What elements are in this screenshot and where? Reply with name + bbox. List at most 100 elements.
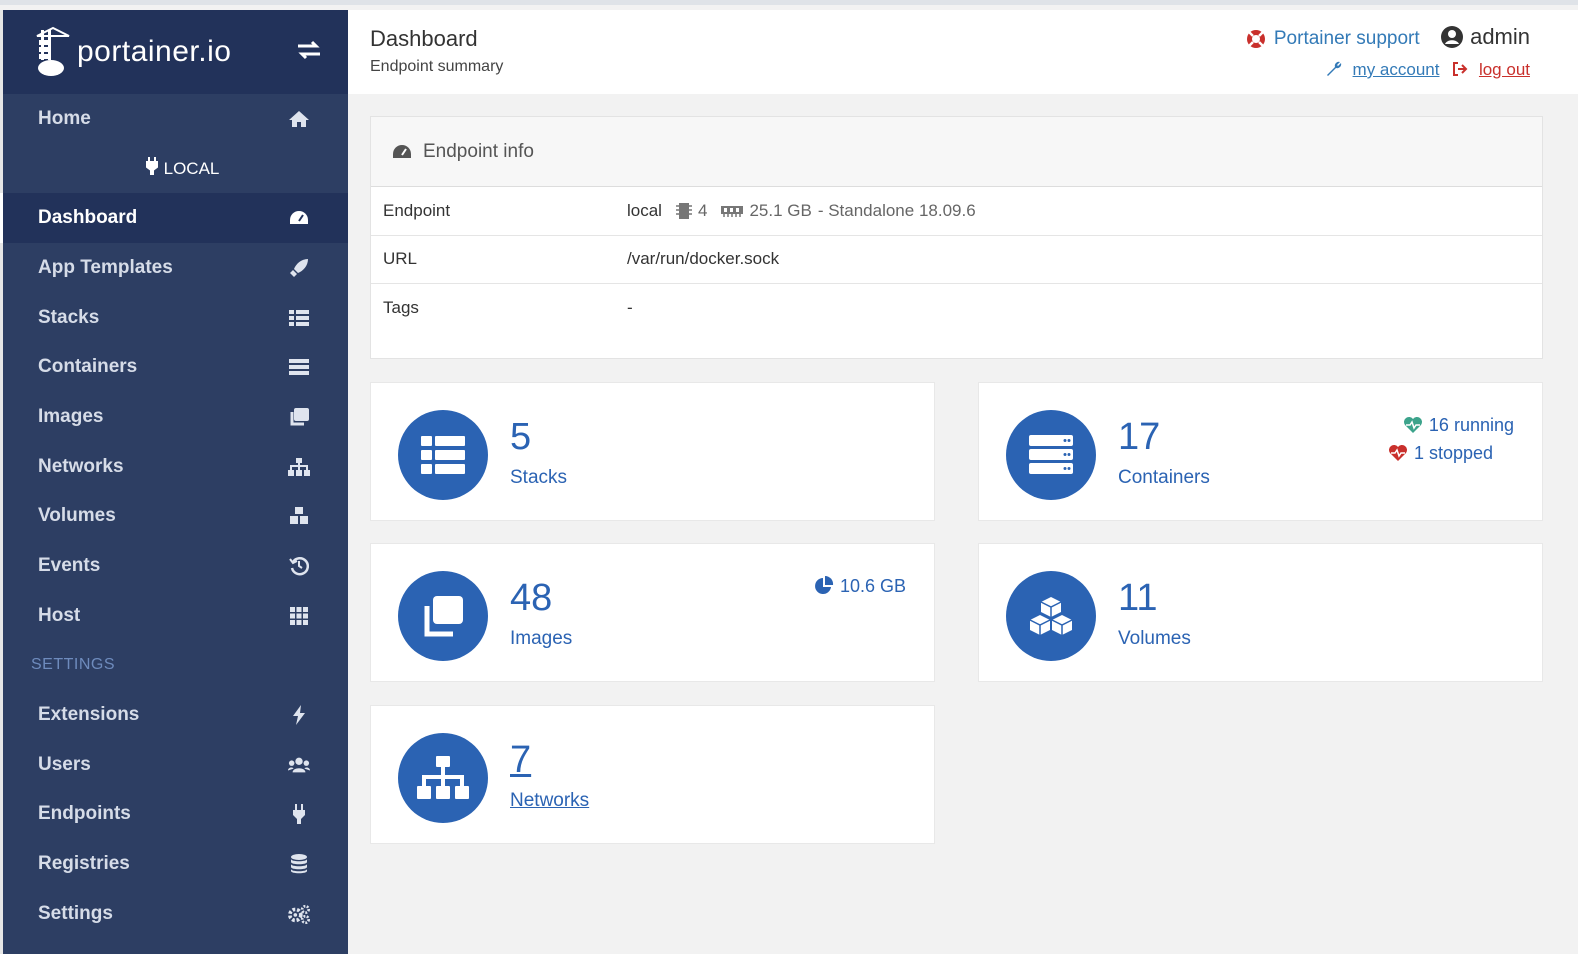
- log-out-link[interactable]: log out: [1479, 60, 1530, 79]
- sidebar-item-home[interactable]: Home: [3, 94, 348, 144]
- info-row-endpoint: Endpoint local 4 25.1 GB - Standalone 18…: [371, 187, 1542, 236]
- endpoint-info-panel: Endpoint info Endpoint local 4 25.1 GB -…: [370, 116, 1543, 359]
- stopped-status: 1 stopped: [1388, 439, 1514, 467]
- volumes-label: Volumes: [1118, 628, 1191, 649]
- microchip-icon: [675, 202, 692, 219]
- sidebar-item-users[interactable]: Users: [3, 740, 348, 790]
- networks-count[interactable]: 7: [510, 739, 531, 782]
- networks-widget[interactable]: 7 Networks: [370, 705, 935, 844]
- heartbeat-icon: [1389, 445, 1407, 461]
- info-key: URL: [383, 249, 418, 269]
- page-header: Dashboard Endpoint summary Portainer sup…: [348, 10, 1578, 94]
- portainer-logo[interactable]: portainer.io: [35, 26, 231, 78]
- images-label: Images: [510, 628, 573, 649]
- info-row-url: URL /var/run/docker.sock: [371, 236, 1542, 284]
- sidebar-item-host[interactable]: Host: [3, 591, 348, 641]
- sidebar-item-settings[interactable]: Settings: [3, 889, 348, 939]
- stopped-count: 1 stopped: [1414, 443, 1494, 463]
- plug-icon: [145, 157, 158, 180]
- sidebar-item-label: Registries: [38, 853, 130, 875]
- home-icon: [288, 108, 310, 130]
- user-circle-icon: [1441, 26, 1464, 48]
- sidebar-item-label: Users: [38, 753, 91, 775]
- sidebar-item-dashboard[interactable]: Dashboard: [0, 193, 348, 244]
- networks-label[interactable]: Networks: [510, 790, 589, 812]
- sidebar-item-events[interactable]: Events: [3, 541, 348, 591]
- sitemap-icon: [417, 756, 469, 799]
- sign-out-icon: [1453, 62, 1468, 76]
- sidebar-item-label: Volumes: [38, 505, 116, 527]
- running-count: 16 running: [1428, 415, 1514, 435]
- sidebar-item-label: Networks: [38, 455, 124, 477]
- networks-circle: [398, 733, 488, 823]
- tachometer-icon: [393, 144, 411, 158]
- info-key: Tags: [383, 298, 419, 317]
- sidebar-item-label: Containers: [38, 356, 138, 378]
- users-icon: [288, 754, 310, 776]
- images-count: 48: [510, 577, 553, 619]
- memory-size: 25.1 GB: [749, 200, 812, 220]
- info-value: /var/run/docker.sock: [627, 249, 780, 269]
- life-ring-icon: [1246, 30, 1265, 48]
- sidebar-item-label: Host: [38, 604, 81, 626]
- sidebar-item-registries[interactable]: Registries: [3, 839, 348, 889]
- images-widget[interactable]: 48 Images 10.6 GB: [370, 543, 935, 682]
- th-icon: [288, 605, 310, 627]
- volumes-widget[interactable]: 11 Volumes: [978, 543, 1543, 682]
- sidebar-item-stacks[interactable]: Stacks: [3, 293, 348, 343]
- sidebar-item-label: Settings: [38, 902, 113, 924]
- rocket-icon: [288, 257, 310, 279]
- cubes-icon: [1029, 597, 1073, 635]
- info-key: Endpoint: [383, 200, 451, 220]
- history-icon: [288, 555, 310, 577]
- logo-text: portainer.io: [77, 35, 232, 68]
- th-list-icon: [288, 307, 310, 329]
- containers-status: 16 running 1 stopped: [1388, 411, 1514, 467]
- info-value: local 4 25.1 GB - Standalone 18.09.6: [627, 201, 976, 221]
- cpu-count: 4: [697, 200, 708, 220]
- clone-icon: [424, 596, 463, 637]
- info-row-tags: Tags -: [371, 284, 1542, 354]
- username: admin: [1470, 24, 1530, 49]
- th-list-icon: [421, 436, 465, 474]
- app-root: portainer.io Home LOCAL Dashboard App Te…: [0, 0, 1578, 954]
- sidebar-item-networks[interactable]: Networks: [3, 442, 348, 492]
- images-circle: [398, 571, 488, 661]
- brand-bar: portainer.io: [3, 10, 348, 94]
- containers-widget[interactable]: 17 Containers 16 running 1 stopped: [978, 382, 1543, 521]
- sidebar-item-endpoints[interactable]: Endpoints: [3, 790, 348, 840]
- panel-header: Endpoint info: [371, 117, 1542, 187]
- stacks-circle: [398, 410, 488, 500]
- user-menu[interactable]: admin: [1440, 24, 1530, 50]
- wrench-icon: [1326, 61, 1341, 76]
- portainer-support-link[interactable]: Portainer support: [1246, 28, 1420, 50]
- sidebar-item-containers[interactable]: Containers: [3, 342, 348, 392]
- stacks-label: Stacks: [510, 467, 568, 488]
- sidebar-item-extensions[interactable]: Extensions: [3, 690, 348, 740]
- info-value: -: [627, 298, 633, 317]
- endpoint-name: LOCAL: [163, 158, 220, 178]
- database-icon: [288, 853, 310, 875]
- sidebar-toggle-icon[interactable]: [296, 39, 322, 66]
- sidebar-item-images[interactable]: Images: [3, 392, 348, 442]
- stacks-widget[interactable]: 5 Stacks: [370, 382, 935, 521]
- images-size-value: 10.6 GB: [839, 576, 906, 596]
- containers-label: Containers: [1118, 467, 1210, 488]
- crane-icon: [36, 26, 70, 76]
- running-status: 16 running: [1388, 411, 1514, 439]
- sidebar-item-app-templates[interactable]: App Templates: [3, 243, 348, 293]
- sidebar-item-volumes[interactable]: Volumes: [3, 492, 348, 542]
- containers-count: 17: [1118, 416, 1161, 458]
- volumes-circle: [1006, 571, 1096, 661]
- heartbeat-icon: [1403, 417, 1422, 433]
- docker-mode: - Standalone 18.09.6: [817, 200, 976, 220]
- plug-icon: [288, 803, 310, 825]
- clone-icon: [288, 406, 310, 428]
- panel-title: Endpoint info: [423, 140, 534, 162]
- sidebar-item-label: Stacks: [38, 306, 100, 328]
- my-account-link[interactable]: my account: [1353, 60, 1440, 79]
- sidebar-item-label: App Templates: [38, 256, 173, 278]
- sidebar-item-label: Events: [38, 555, 101, 577]
- page-subtitle: Endpoint summary: [370, 58, 504, 75]
- support-label: Portainer support: [1273, 28, 1420, 49]
